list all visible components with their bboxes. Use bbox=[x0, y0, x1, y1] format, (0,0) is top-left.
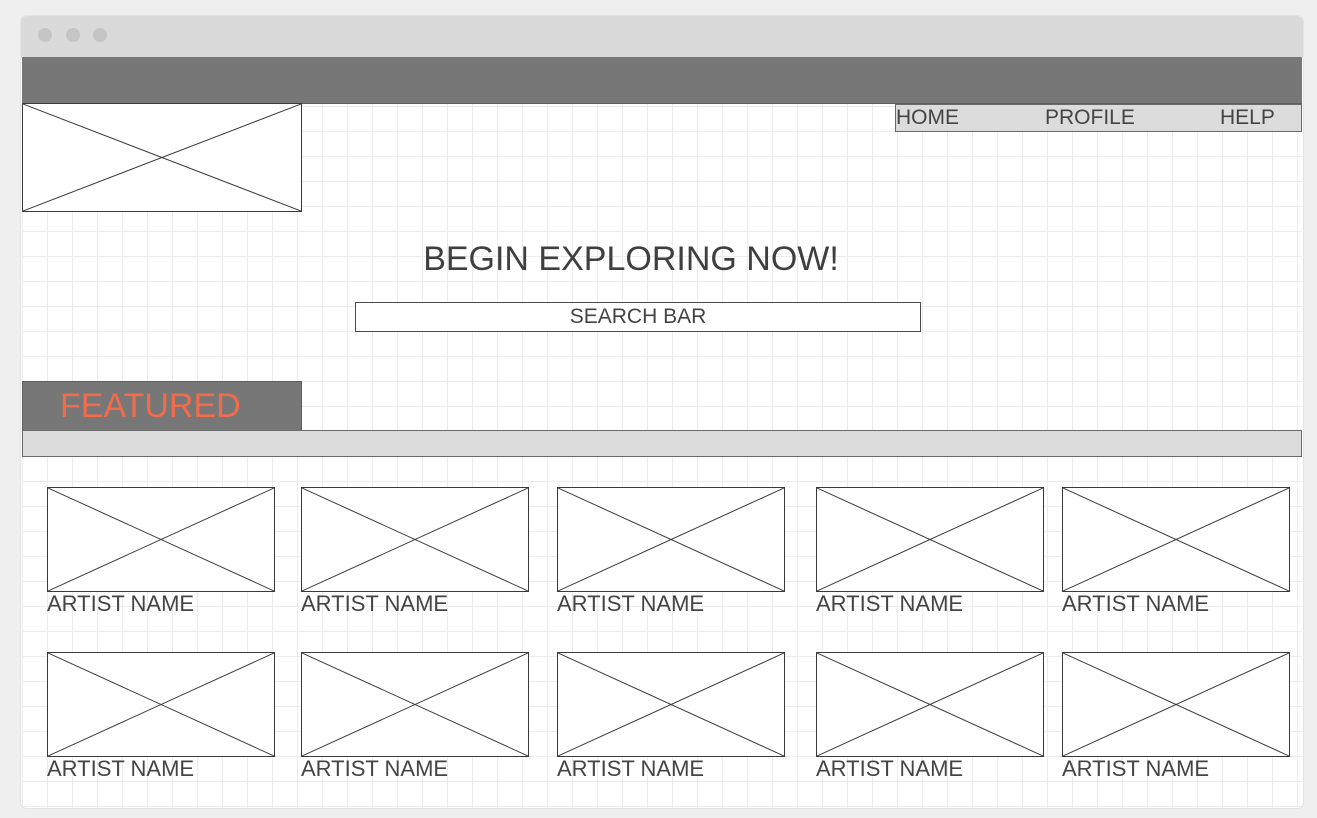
artist-thumbnail-placeholder-icon[interactable] bbox=[301, 652, 529, 757]
window-maximize-dot[interactable] bbox=[93, 28, 107, 42]
page-canvas: HOME PROFILE HELP BEGIN EXPLORING NOW! S… bbox=[22, 57, 1302, 808]
artist-thumbnail-placeholder-icon[interactable] bbox=[47, 487, 275, 592]
artist-name[interactable]: ARTIST NAME bbox=[1062, 756, 1209, 782]
artist-name[interactable]: ARTIST NAME bbox=[47, 756, 194, 782]
hero-title: BEGIN EXPLORING NOW! bbox=[423, 240, 839, 278]
featured-divider-bar bbox=[22, 430, 1302, 457]
featured-label: FEATURED bbox=[60, 387, 241, 425]
artist-thumbnail-placeholder-icon[interactable] bbox=[816, 652, 1044, 757]
nav-profile-link[interactable]: PROFILE bbox=[1045, 106, 1135, 130]
main-nav: HOME PROFILE HELP bbox=[895, 104, 1302, 132]
artist-thumbnail-placeholder-icon[interactable] bbox=[557, 487, 785, 592]
logo-image-placeholder-icon[interactable] bbox=[22, 103, 302, 212]
header-bar bbox=[22, 57, 1302, 104]
featured-tab[interactable]: FEATURED bbox=[22, 381, 302, 431]
search-input[interactable]: SEARCH BAR bbox=[355, 302, 921, 332]
window-close-dot[interactable] bbox=[38, 28, 52, 42]
window-minimize-dot[interactable] bbox=[66, 28, 80, 42]
artist-name[interactable]: ARTIST NAME bbox=[1062, 591, 1209, 617]
artist-name[interactable]: ARTIST NAME bbox=[816, 756, 963, 782]
artist-thumbnail-placeholder-icon[interactable] bbox=[816, 487, 1044, 592]
artist-thumbnail-placeholder-icon[interactable] bbox=[557, 652, 785, 757]
artist-thumbnail-placeholder-icon[interactable] bbox=[1062, 652, 1290, 757]
artist-name[interactable]: ARTIST NAME bbox=[816, 591, 963, 617]
artist-name[interactable]: ARTIST NAME bbox=[557, 591, 704, 617]
artist-name[interactable]: ARTIST NAME bbox=[47, 591, 194, 617]
artist-name[interactable]: ARTIST NAME bbox=[301, 756, 448, 782]
browser-chrome bbox=[21, 16, 1303, 57]
browser-window: HOME PROFILE HELP BEGIN EXPLORING NOW! S… bbox=[21, 16, 1303, 808]
artist-thumbnail-placeholder-icon[interactable] bbox=[301, 487, 529, 592]
artist-thumbnail-placeholder-icon[interactable] bbox=[1062, 487, 1290, 592]
artist-thumbnail-placeholder-icon[interactable] bbox=[47, 652, 275, 757]
nav-help-link[interactable]: HELP bbox=[1220, 106, 1275, 130]
nav-home-link[interactable]: HOME bbox=[896, 106, 959, 130]
artist-name[interactable]: ARTIST NAME bbox=[301, 591, 448, 617]
artist-name[interactable]: ARTIST NAME bbox=[557, 756, 704, 782]
